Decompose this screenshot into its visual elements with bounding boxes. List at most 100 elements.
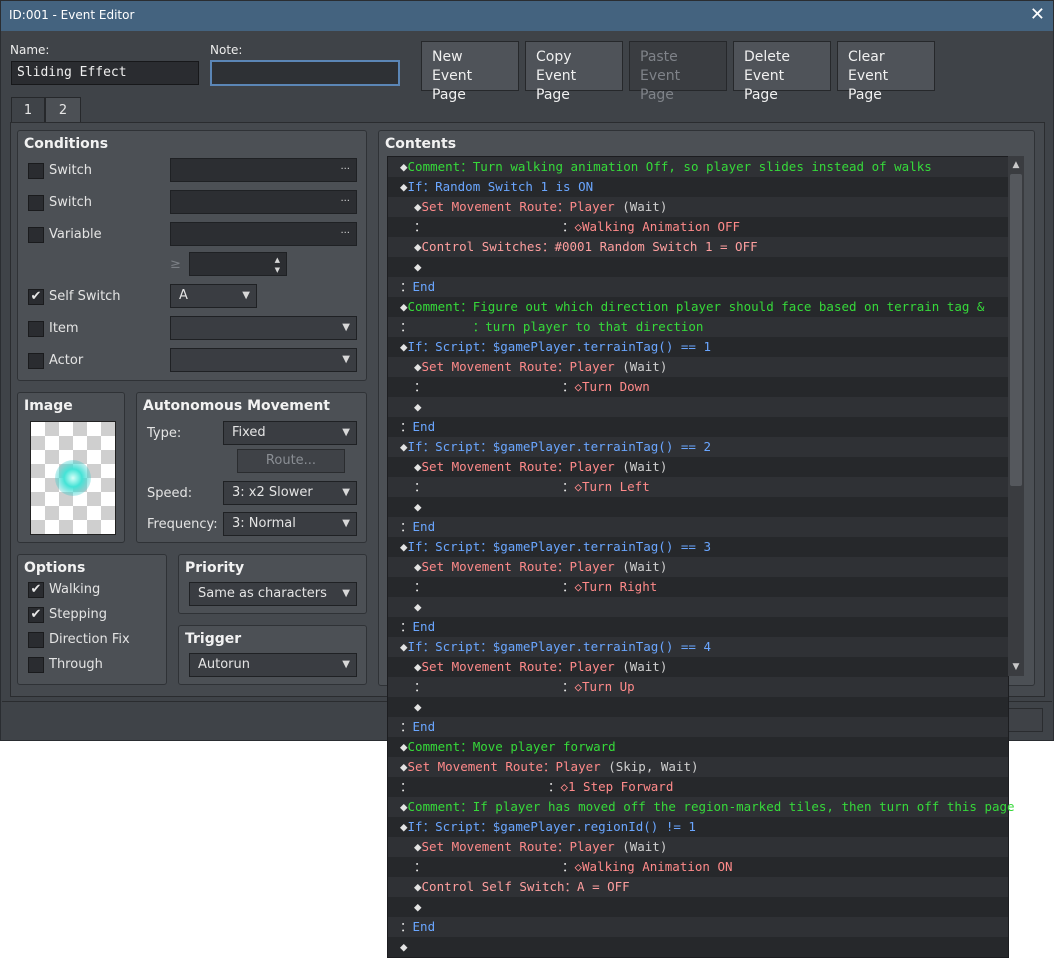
command-line[interactable]: ◆Comment：If player has moved off the reg… <box>388 797 1015 817</box>
event-commands-list[interactable]: ◆Comment：Turn walking animation Off, so … <box>387 156 1015 958</box>
copy-event-page-button[interactable]: Copy Event Page <box>525 41 623 103</box>
command-text: ： ： <box>414 859 575 874</box>
contents-scrollbar[interactable]: ▲ ▼ <box>1008 156 1024 676</box>
tab-page-1[interactable]: 1 <box>11 97 45 123</box>
self-switch-checkbox[interactable]: ✔ <box>28 289 44 305</box>
command-line[interactable]: ： ：turn player to that direction <box>388 317 1008 337</box>
command-text: ： ： <box>414 379 575 394</box>
command-line[interactable]: ：End <box>388 517 1008 537</box>
trigger-select[interactable]: Autorun ▼ <box>189 653 357 677</box>
command-text: ： <box>400 619 413 634</box>
command-line[interactable]: ◆If：Random Switch 1 is ON <box>388 177 1008 197</box>
variable-value-stepper[interactable]: ▲ ▼ <box>189 252 287 276</box>
direction-fix-checkbox[interactable] <box>28 632 44 648</box>
variable-checkbox[interactable] <box>28 227 44 243</box>
command-text: Set Movement Route：Player <box>421 199 623 214</box>
command-line[interactable]: ◆ <box>388 257 1008 277</box>
paste-event-page-button[interactable]: Paste Event Page <box>629 41 727 103</box>
tab-page-2[interactable]: 2 <box>45 97 81 123</box>
command-line[interactable]: ： ：◇Walking Animation ON <box>388 857 1008 877</box>
actor-label: Actor <box>49 353 84 368</box>
actor-select[interactable]: ▼ <box>170 348 357 372</box>
scroll-down-icon[interactable]: ▼ <box>1010 660 1022 674</box>
command-text: Comment：Move player forward <box>407 739 616 754</box>
delete-event-page-button[interactable]: Delete Event Page <box>733 41 831 103</box>
command-line[interactable]: ： ：◇1 Step Forward <box>388 777 1008 797</box>
speed-select[interactable]: 3: x2 Slower ▼ <box>223 481 357 505</box>
stepping-checkbox[interactable]: ✔ <box>28 607 44 623</box>
switch1-selector[interactable]: ··· <box>170 158 357 182</box>
command-line[interactable]: ◆ <box>388 897 1008 917</box>
item-checkbox[interactable] <box>28 321 44 337</box>
conditions-group: Conditions Switch ··· Switch ··· Variabl… <box>17 130 367 381</box>
command-line[interactable]: ：End <box>388 617 1008 637</box>
command-line[interactable]: ◆If：Script：$gamePlayer.terrainTag() == 4 <box>388 637 1008 657</box>
command-line[interactable]: ： ：◇Turn Right <box>388 577 1008 597</box>
command-line[interactable]: ◆Set Movement Route：Player (Wait) <box>388 457 1008 477</box>
frequency-select[interactable]: 3: Normal ▼ <box>223 512 357 536</box>
command-line[interactable]: ◆Comment：Turn walking animation Off, so … <box>388 157 1008 177</box>
command-line[interactable]: ◆ <box>388 697 1008 717</box>
chevron-down-icon: ▼ <box>342 487 350 498</box>
item-select[interactable]: ▼ <box>170 316 357 340</box>
command-line[interactable]: ◆If：Script：$gamePlayer.regionId() != 1 <box>388 817 1008 837</box>
command-line[interactable]: ◆If：Script：$gamePlayer.terrainTag() == 2 <box>388 437 1008 457</box>
close-icon[interactable]: ✕ <box>1030 4 1045 25</box>
command-line[interactable]: ◆If：Script：$gamePlayer.terrainTag() == 3 <box>388 537 1008 557</box>
switch2-checkbox[interactable] <box>28 195 44 211</box>
command-line[interactable]: ： ：◇Turn Down <box>388 377 1008 397</box>
command-line[interactable]: ◆Set Movement Route：Player (Wait) <box>388 357 1008 377</box>
command-line[interactable]: ：End <box>388 277 1008 297</box>
clear-event-page-button[interactable]: Clear Event Page <box>837 41 935 103</box>
command-line[interactable]: ：End <box>388 717 1008 737</box>
item-label: Item <box>49 321 79 336</box>
command-text: Control Self Switch：A = OFF <box>421 879 630 894</box>
through-checkbox[interactable] <box>28 657 44 673</box>
command-line[interactable]: ◆ <box>388 937 1008 957</box>
command-text: Set Movement Route：Player <box>421 459 623 474</box>
command-line[interactable]: ◆Comment：Move player forward <box>388 737 1008 757</box>
event-sprite-image[interactable] <box>30 421 116 535</box>
command-line[interactable]: ◆Control Switches：#0001 Random Switch 1 … <box>388 237 1008 257</box>
route-button[interactable]: Route... <box>237 449 345 473</box>
command-line[interactable]: ◆Comment：Figure out which direction play… <box>388 297 1008 317</box>
command-line[interactable]: ◆If：Script：$gamePlayer.terrainTag() == 1 <box>388 337 1008 357</box>
command-line[interactable]: ：End <box>388 917 1008 937</box>
command-line[interactable]: ◆Set Movement Route：Player (Skip, Wait) <box>388 757 1008 777</box>
ellipsis-icon: ··· <box>340 196 350 207</box>
command-line[interactable]: ◆Set Movement Route：Player (Wait) <box>388 557 1008 577</box>
command-line[interactable]: ： ：◇Walking Animation OFF <box>388 217 1008 237</box>
diamond-icon: ◆ <box>400 539 408 554</box>
note-field[interactable] <box>210 60 400 86</box>
trigger-group: Trigger Autorun ▼ <box>178 625 367 685</box>
command-line[interactable]: ◆Set Movement Route：Player (Wait) <box>388 197 1008 217</box>
command-line[interactable]: ： ：◇Turn Up <box>388 677 1008 697</box>
variable-selector[interactable]: ··· <box>170 222 357 246</box>
command-line[interactable]: ◆ <box>388 397 1008 417</box>
command-line[interactable]: ◆ <box>388 497 1008 517</box>
priority-select[interactable]: Same as characters ▼ <box>189 582 357 606</box>
command-text: If：Script：$gamePlayer.terrainTag() == 1 <box>407 339 711 354</box>
self-switch-select[interactable]: A ▼ <box>170 284 257 308</box>
name-field[interactable]: Sliding Effect <box>11 61 199 85</box>
actor-checkbox[interactable] <box>28 353 44 369</box>
switch1-checkbox[interactable] <box>28 163 44 179</box>
command-text: End <box>412 619 436 634</box>
command-line[interactable]: ◆Control Self Switch：A = OFF <box>388 877 1008 897</box>
diamond-icon: ◆ <box>400 639 408 654</box>
command-line[interactable]: ◆ <box>388 597 1008 617</box>
command-text: ： <box>400 919 413 934</box>
walking-label: Walking <box>49 582 101 597</box>
movement-type-select[interactable]: Fixed ▼ <box>223 421 357 445</box>
command-line[interactable]: ◆Set Movement Route：Player (Wait) <box>388 657 1008 677</box>
command-text: ◇Turn Down <box>574 379 650 394</box>
command-line[interactable]: ◆Set Movement Route：Player (Wait) <box>388 837 1008 857</box>
walking-checkbox[interactable]: ✔ <box>28 582 44 598</box>
switch2-selector[interactable]: ··· <box>170 190 357 214</box>
scroll-up-icon[interactable]: ▲ <box>1010 158 1022 172</box>
command-text: Set Movement Route：Player <box>421 359 623 374</box>
command-line[interactable]: ：End <box>388 417 1008 437</box>
command-line[interactable]: ： ：◇Turn Left <box>388 477 1008 497</box>
new-event-page-button[interactable]: New Event Page <box>421 41 519 103</box>
scroll-thumb[interactable] <box>1010 174 1022 486</box>
